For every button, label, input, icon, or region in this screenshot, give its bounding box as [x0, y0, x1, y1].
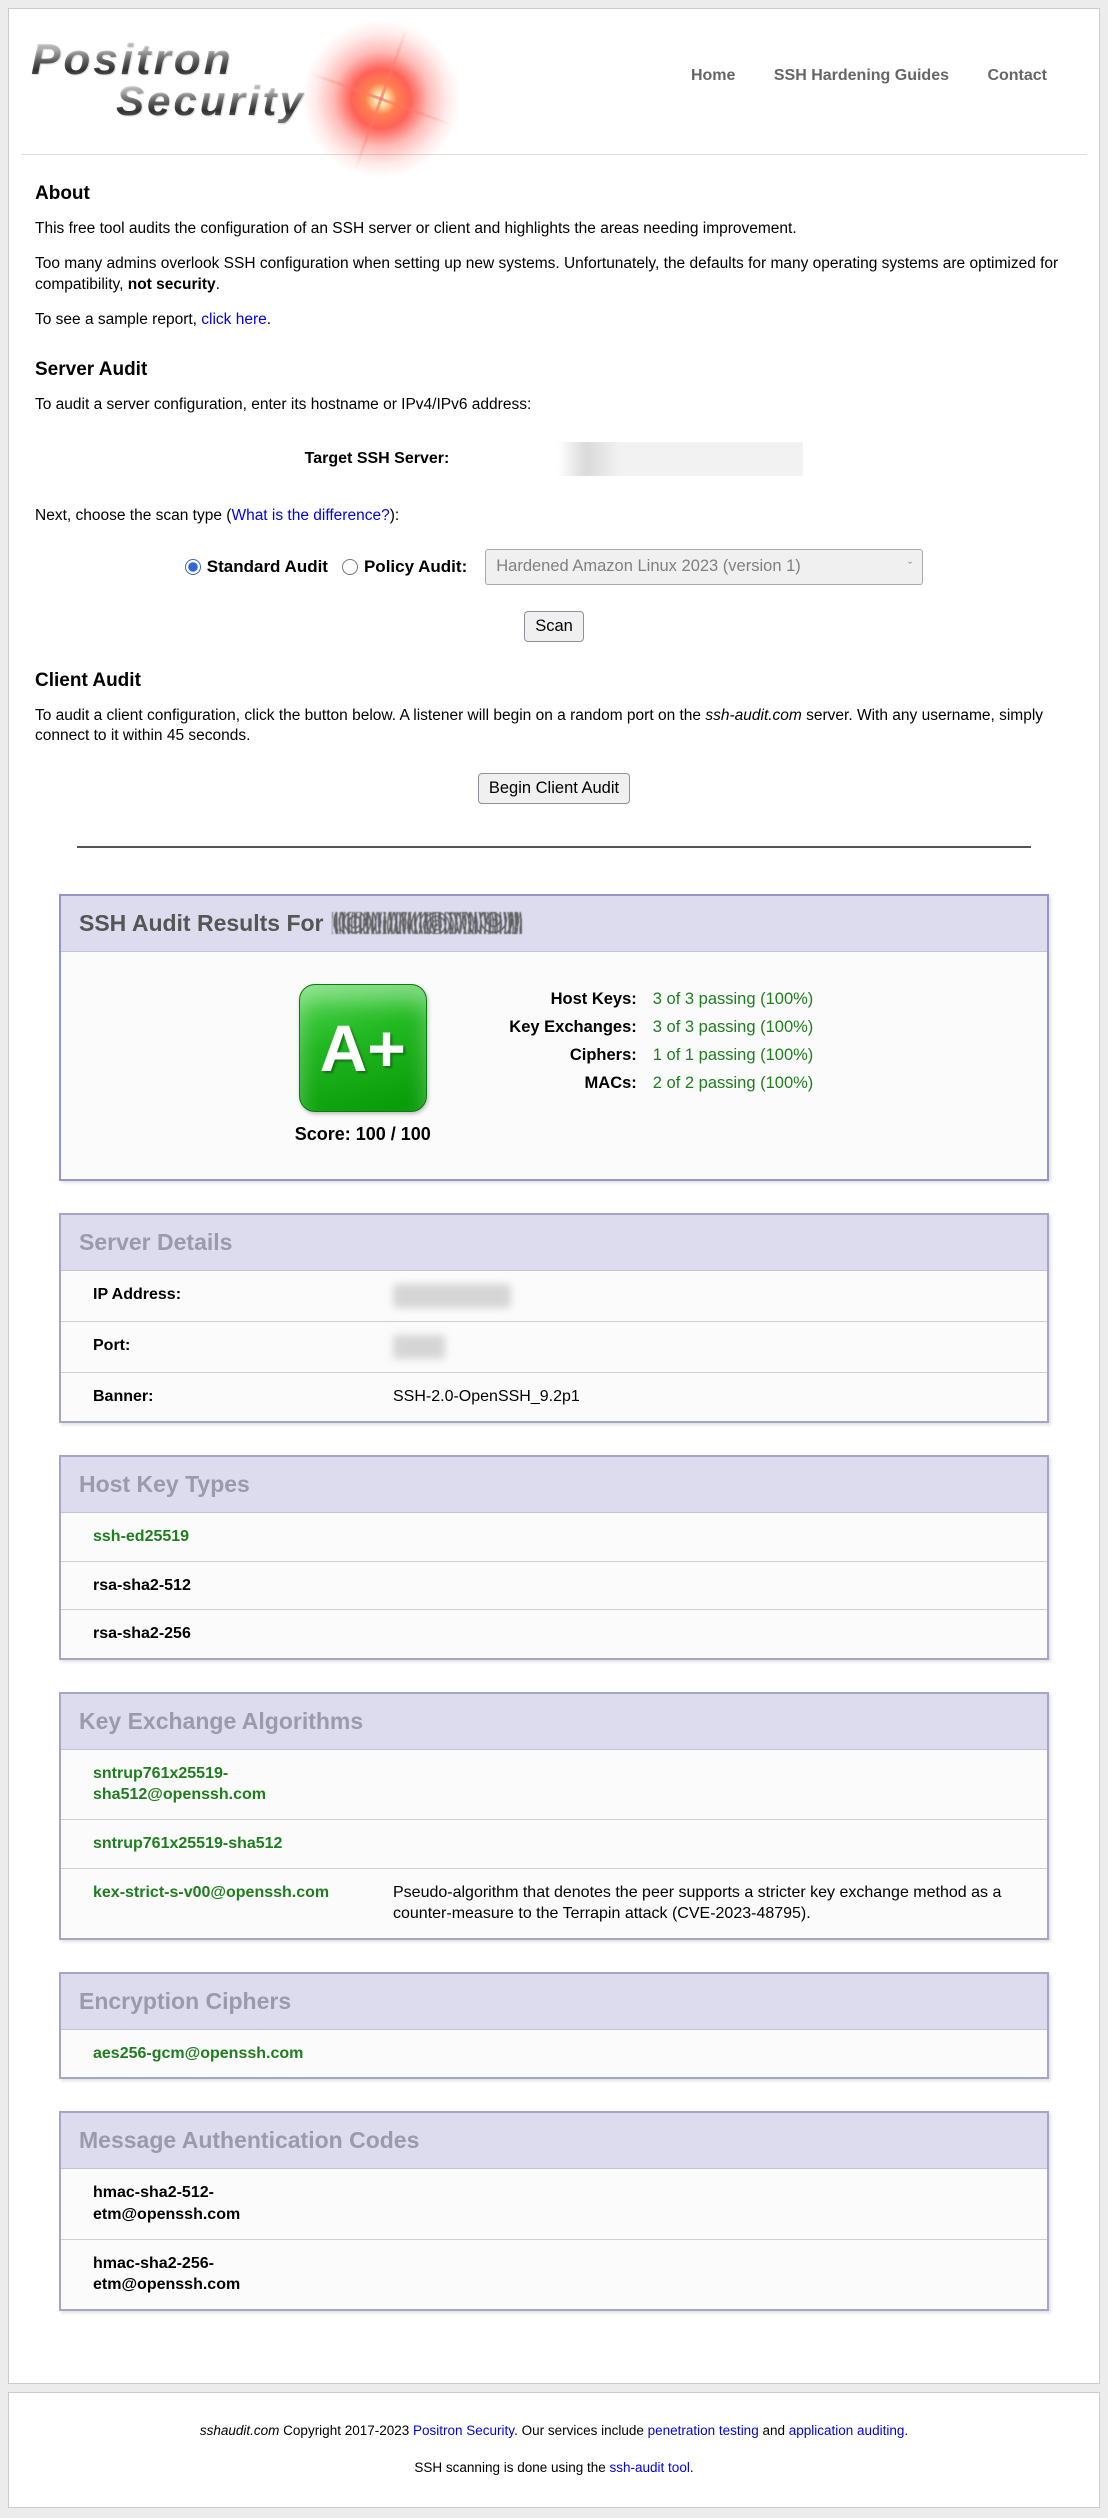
results-panel-header: SSH Audit Results For	[61, 896, 1047, 952]
stat-row-key-exchanges: Key Exchanges: 3 of 3 passing (100%)	[487, 1018, 814, 1037]
server-details-header: Server Details	[61, 1215, 1047, 1271]
nav-contact[interactable]: Contact	[987, 67, 1047, 84]
list-item: rsa-sha2-256	[61, 1610, 1047, 1658]
target-server-row: Target SSH Server:	[35, 442, 1073, 476]
scan-type-paragraph: Next, choose the scan type (What is the …	[35, 506, 1073, 527]
score-label: Score: 100 / 100	[295, 1124, 431, 1145]
banner-label: Banner:	[61, 1386, 393, 1408]
ip-address-value-redacted	[393, 1284, 1047, 1308]
nav-ssh-hardening-guides[interactable]: SSH Hardening Guides	[774, 67, 949, 84]
results-panel: SSH Audit Results For A+ Score: 100 / 10…	[59, 894, 1049, 1181]
not-security-emphasis: not security	[128, 276, 216, 293]
list-item: hmac-sha2-512-etm@openssh.com	[61, 2169, 1047, 2239]
stat-row-host-keys: Host Keys: 3 of 3 passing (100%)	[487, 990, 814, 1009]
main-nav: Home SSH Hardening Guides Contact	[657, 67, 1047, 85]
stat-row-ciphers: Ciphers: 1 of 1 passing (100%)	[487, 1046, 814, 1065]
about-paragraph-2: Too many admins overlook SSH configurati…	[35, 254, 1073, 296]
stat-row-macs: MACs: 2 of 2 passing (100%)	[487, 1074, 814, 1093]
ssh-audit-domain-emphasis: ssh-audit.com	[705, 707, 801, 724]
server-audit-intro: To audit a server configuration, enter i…	[35, 395, 1073, 416]
header-divider	[21, 154, 1087, 155]
chevron-down-icon: ˇ	[908, 559, 912, 574]
host-key-types-header: Host Key Types	[61, 1457, 1047, 1513]
ip-address-label: IP Address:	[61, 1284, 393, 1308]
table-row: Banner: SSH-2.0-OpenSSH_9.2p1	[61, 1373, 1047, 1421]
server-audit-heading: Server Audit	[35, 359, 1073, 381]
footer-line-1: sshaudit.com Copyright 2017-2023 Positro…	[19, 2423, 1089, 2438]
grade-summary: A+ Score: 100 / 100 Host Keys: 3 of 3 pa…	[61, 952, 1047, 1179]
client-audit-paragraph: To audit a client configuration, click t…	[35, 706, 1073, 748]
client-audit-heading: Client Audit	[35, 670, 1073, 692]
application-auditing-link[interactable]: application auditing	[789, 2423, 905, 2438]
table-row: Port:	[61, 1322, 1047, 1373]
grade-column: A+ Score: 100 / 100	[295, 984, 431, 1145]
policy-audit-label: Policy Audit:	[364, 557, 467, 577]
policy-select[interactable]: Hardened Amazon Linux 2023 (version 1) ˇ	[485, 549, 923, 585]
standard-audit-label: Standard Audit	[207, 557, 328, 577]
table-row: IP Address:	[61, 1271, 1047, 1322]
key-exchange-header: Key Exchange Algorithms	[61, 1694, 1047, 1750]
ssh-audit-tool-link[interactable]: ssh-audit tool	[610, 2460, 690, 2475]
kex-strict-note: Pseudo-algorithm that denotes the peer s…	[393, 1882, 1047, 1925]
main-content-box: Positron Security Home SSH Hardening Gui…	[8, 8, 1100, 2384]
port-label: Port:	[61, 1335, 393, 1359]
macs-header: Message Authentication Codes	[61, 2113, 1047, 2169]
scan-type-difference-link[interactable]: What is the difference?	[231, 507, 389, 524]
server-details-panel: Server Details IP Address: Port: Banner:…	[59, 1213, 1049, 1423]
sample-report-link[interactable]: click here	[201, 311, 266, 328]
pass-stats: Host Keys: 3 of 3 passing (100%) Key Exc…	[487, 990, 814, 1102]
list-item: sntrup761x25519-sha512	[61, 1820, 1047, 1869]
page: { "header": { "logo_line1": "Positron", …	[0, 8, 1108, 2508]
site-footer: sshaudit.com Copyright 2017-2023 Positro…	[8, 2392, 1100, 2508]
list-item: ssh-ed25519	[61, 1513, 1047, 1562]
about-paragraph-1: This free tool audits the configuration …	[35, 219, 1073, 240]
policy-audit-radio[interactable]	[342, 559, 358, 575]
key-exchange-panel: Key Exchange Algorithms sntrup761x25519-…	[59, 1692, 1049, 1940]
target-server-label: Target SSH Server:	[305, 450, 450, 468]
target-server-input[interactable]	[455, 442, 803, 476]
list-item: rsa-sha2-512	[61, 1562, 1047, 1611]
server-audit-section: Server Audit To audit a server configura…	[9, 359, 1099, 642]
about-section: About This free tool audits the configur…	[9, 183, 1099, 331]
scan-button[interactable]: Scan	[524, 611, 584, 642]
results-divider	[77, 846, 1031, 848]
list-item: hmac-sha2-256-etm@openssh.com	[61, 2240, 1047, 2309]
starburst-icon	[301, 19, 461, 179]
positron-security-logo[interactable]: Positron Security	[31, 37, 391, 147]
footer-domain: sshaudit.com	[200, 2423, 280, 2438]
list-item: aes256-gcm@openssh.com	[61, 2030, 1047, 2078]
client-audit-section: Client Audit To audit a client configura…	[9, 670, 1099, 805]
redacted-hostname	[332, 912, 522, 934]
about-paragraph-3: To see a sample report, click here.	[35, 310, 1073, 331]
begin-client-audit-button[interactable]: Begin Client Audit	[478, 773, 630, 804]
standard-audit-radio[interactable]	[185, 559, 201, 575]
macs-panel: Message Authentication Codes hmac-sha2-5…	[59, 2111, 1049, 2310]
nav-home[interactable]: Home	[691, 67, 735, 84]
list-item: sntrup761x25519-sha512@openssh.com	[61, 1750, 1047, 1820]
site-header: Positron Security Home SSH Hardening Gui…	[9, 9, 1099, 154]
positron-security-link[interactable]: Positron Security	[413, 2423, 514, 2438]
penetration-testing-link[interactable]: penetration testing	[648, 2423, 759, 2438]
grade-badge: A+	[299, 984, 427, 1112]
encryption-ciphers-panel: Encryption Ciphers aes256-gcm@openssh.co…	[59, 1972, 1049, 2080]
host-key-types-panel: Host Key Types ssh-ed25519 rsa-sha2-512 …	[59, 1455, 1049, 1660]
scan-type-options: Standard Audit Policy Audit: Hardened Am…	[35, 549, 1073, 585]
about-heading: About	[35, 183, 1073, 205]
list-item: kex-strict-s-v00@openssh.com Pseudo-algo…	[61, 1869, 1047, 1938]
banner-value: SSH-2.0-OpenSSH_9.2p1	[393, 1386, 1047, 1408]
encryption-ciphers-header: Encryption Ciphers	[61, 1974, 1047, 2030]
footer-line-2: SSH scanning is done using the ssh-audit…	[19, 2460, 1089, 2475]
port-value-redacted	[393, 1335, 1047, 1359]
